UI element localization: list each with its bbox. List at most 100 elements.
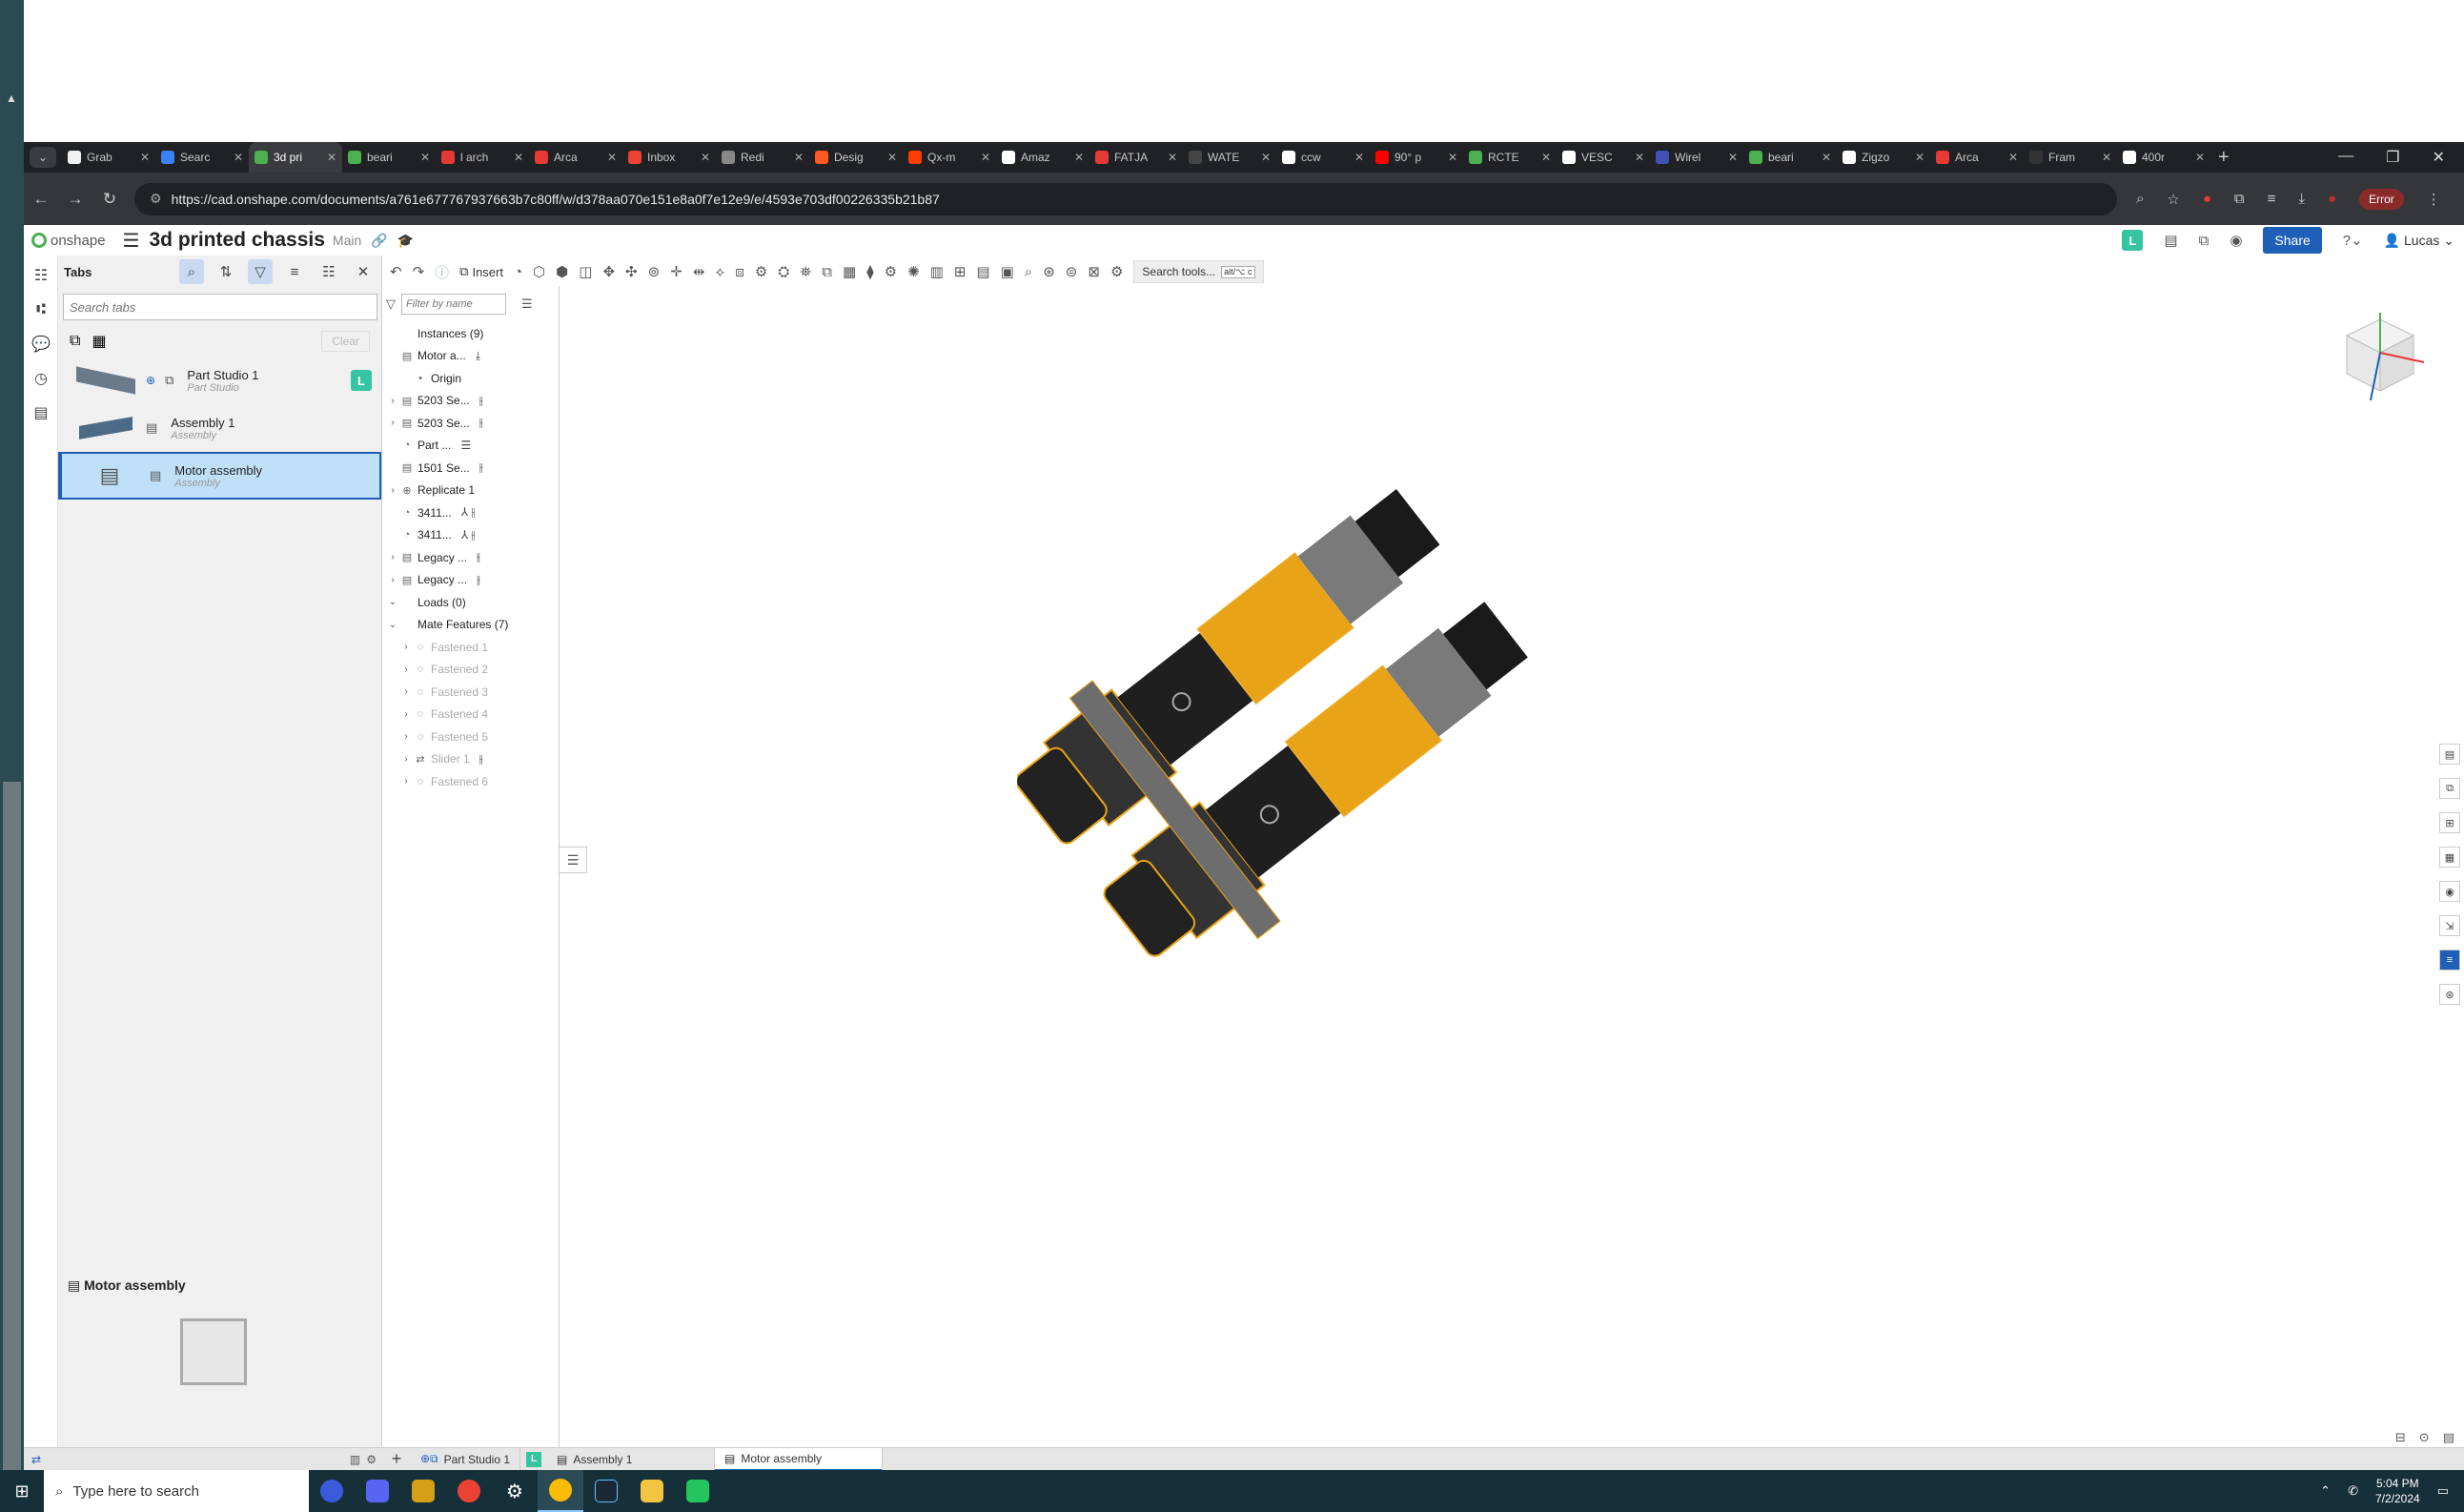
release-badge[interactable]: L bbox=[526, 1451, 541, 1467]
browser-tab[interactable]: Fram ✕ bbox=[2024, 142, 2117, 173]
tree-row[interactable]: • Origin bbox=[382, 367, 559, 390]
magnify-icon[interactable]: ⌕ bbox=[1025, 264, 1032, 280]
ball-mate-icon[interactable]: ⊚ bbox=[648, 263, 661, 280]
bookmark-star-icon[interactable]: ☆ bbox=[2167, 191, 2179, 208]
notifications-icon[interactable]: ▭ bbox=[2437, 1483, 2449, 1499]
close-tab-icon[interactable]: ✕ bbox=[327, 151, 336, 164]
expand-caret-icon[interactable]: › bbox=[386, 485, 399, 496]
zoom-icon[interactable]: ⌕ bbox=[2136, 191, 2144, 207]
expand-caret-icon[interactable]: › bbox=[386, 396, 399, 406]
tree-row[interactable]: Instances (9) bbox=[382, 322, 559, 345]
section-icon[interactable]: ⊞ bbox=[954, 263, 967, 280]
close-tab-icon[interactable]: ✕ bbox=[1448, 151, 1457, 164]
3d-viewport[interactable]: ▤ ⧉ ⊞ ▦ ◉ ⇲ ≡ ⊛ ⊟ ⊙ ▤ bbox=[560, 286, 2464, 1447]
view-mode-icon[interactable]: ⊟ bbox=[2395, 1430, 2406, 1445]
close-tab-icon[interactable]: ✕ bbox=[1541, 151, 1551, 164]
scroll-up-icon[interactable]: ▲ bbox=[6, 92, 17, 105]
close-tab-icon[interactable]: ✕ bbox=[981, 151, 990, 164]
extension-icon[interactable]: ● bbox=[2203, 191, 2211, 207]
user-menu[interactable]: 👤 Lucas ⌄ bbox=[2384, 233, 2454, 249]
document-title[interactable]: 3d printed chassis bbox=[150, 229, 325, 252]
close-tab-icon[interactable]: ✕ bbox=[1915, 151, 1924, 164]
expand-caret-icon[interactable]: › bbox=[399, 686, 413, 697]
redo-icon[interactable]: ↷ bbox=[413, 263, 425, 280]
taskbar-settings[interactable]: ⚙ bbox=[492, 1470, 538, 1512]
bottom-tab-assembly-1[interactable]: ▤ Assembly 1 bbox=[547, 1447, 715, 1471]
mate-connector-icon[interactable]: ⟡ bbox=[715, 264, 724, 280]
tab-item-assembly-1[interactable]: ▤ Assembly 1 Assembly bbox=[58, 404, 381, 452]
release-badge[interactable]: L bbox=[351, 370, 372, 391]
tab-settings-icon[interactable]: ⚙ bbox=[366, 1453, 377, 1466]
close-tab-icon[interactable]: ✕ bbox=[607, 151, 617, 164]
taskbar-steam[interactable] bbox=[583, 1470, 629, 1512]
add-tab-button[interactable]: + bbox=[382, 1449, 411, 1469]
start-button[interactable]: ⊞ bbox=[0, 1481, 44, 1502]
bottom-tab-part-studio-1[interactable]: ⊕⧉ Part Studio 1 bbox=[411, 1447, 520, 1471]
undo-icon[interactable]: ↶ bbox=[390, 263, 402, 280]
insert-button[interactable]: ⧉ Insert bbox=[459, 264, 503, 279]
help-icon[interactable]: ?⌄ bbox=[2343, 232, 2363, 249]
share-button[interactable]: Share bbox=[2263, 227, 2322, 254]
info-tool-icon[interactable]: ⓘ bbox=[435, 262, 449, 282]
bottom-tab-motor-assembly[interactable]: ▤ Motor assembly bbox=[715, 1447, 883, 1471]
tab-item-part-studio-1[interactable]: ⊕ ⧉ Part Studio 1 Part Studio L bbox=[58, 357, 381, 404]
close-tab-icon[interactable]: ✕ bbox=[701, 151, 710, 164]
new-folder-icon[interactable]: ⧉ bbox=[70, 333, 80, 350]
expand-caret-icon[interactable]: › bbox=[399, 664, 413, 675]
close-tab-icon[interactable]: ✕ bbox=[2195, 151, 2205, 164]
expand-caret-icon[interactable]: ⌄ bbox=[386, 597, 399, 607]
close-tab-icon[interactable]: ✕ bbox=[1635, 151, 1644, 164]
group-icon[interactable]: ⧈ bbox=[735, 264, 744, 280]
close-tab-icon[interactable]: ✕ bbox=[514, 151, 523, 164]
sort-icon[interactable]: ⇅ bbox=[214, 259, 238, 284]
browser-tab[interactable]: beari ✕ bbox=[342, 142, 436, 173]
filter-icon[interactable]: ▽ bbox=[248, 259, 273, 284]
branch-label[interactable]: Main bbox=[333, 233, 361, 248]
browser-tab[interactable]: WATE ✕ bbox=[1183, 142, 1276, 173]
tree-row[interactable]: › ⊕ Replicate 1 bbox=[382, 480, 559, 502]
gear-relation-icon[interactable]: ⚙ bbox=[755, 263, 767, 280]
filter-icon[interactable]: ▽ bbox=[386, 296, 396, 312]
tree-row[interactable]: › ◌ Fastened 2 bbox=[382, 659, 559, 682]
browser-tab[interactable]: ccw ✕ bbox=[1276, 142, 1370, 173]
properties-icon[interactable]: ▦ bbox=[2439, 847, 2460, 868]
bom-icon[interactable]: ▤ bbox=[24, 398, 58, 427]
browser-tab[interactable]: Qx-m ✕ bbox=[903, 142, 996, 173]
versions-icon[interactable]: ⧉ bbox=[2199, 233, 2209, 249]
configurations-icon[interactable]: ⧉ bbox=[2439, 778, 2460, 799]
list-view-icon[interactable]: ≡ bbox=[282, 259, 307, 284]
linear-relation-icon[interactable]: ⧉ bbox=[822, 264, 832, 280]
download-icon[interactable]: ⤓ bbox=[2298, 191, 2305, 207]
network-icon[interactable]: ✆ bbox=[2348, 1483, 2358, 1499]
search-tools-button[interactable]: Search tools... alt/⌥ c bbox=[1133, 260, 1264, 283]
app-store-icon[interactable]: ◉ bbox=[2230, 232, 2242, 249]
search-tabs-input[interactable] bbox=[63, 294, 377, 320]
pattern-icon[interactable]: ⧫ bbox=[866, 263, 873, 280]
export-icon[interactable]: ⇲ bbox=[2439, 915, 2460, 936]
close-tab-icon[interactable]: ✕ bbox=[2008, 151, 2018, 164]
learning-cap-icon[interactable]: 🎓 bbox=[397, 233, 414, 249]
tree-row[interactable]: › ▤ Legacy ... ⫲ bbox=[382, 546, 559, 569]
tree-row[interactable]: › ◌ Fastened 1 bbox=[382, 636, 559, 659]
expand-caret-icon[interactable]: › bbox=[399, 709, 413, 720]
close-window-icon[interactable]: ✕ bbox=[2433, 148, 2445, 167]
back-icon[interactable]: ← bbox=[24, 190, 58, 209]
history-icon[interactable]: ◷ bbox=[24, 364, 58, 393]
taskbar-chrome[interactable] bbox=[446, 1470, 492, 1512]
named-views-icon[interactable]: ⊞ bbox=[2439, 812, 2460, 833]
tree-row[interactable]: ⌄ Loads (0) bbox=[382, 591, 559, 614]
media-icon[interactable]: ≡ bbox=[2268, 191, 2276, 207]
tab-list-icon[interactable]: ▥ bbox=[350, 1453, 360, 1466]
motion-icon[interactable]: ⊜ bbox=[1066, 263, 1078, 280]
replicate-icon[interactable]: ▦ bbox=[843, 263, 856, 280]
browser-tab[interactable]: FATJA ✕ bbox=[1089, 142, 1183, 173]
minimize-icon[interactable]: — bbox=[2338, 148, 2353, 167]
close-tab-icon[interactable]: ✕ bbox=[887, 151, 897, 164]
browser-tab[interactable]: 3d pri ✕ bbox=[249, 142, 342, 173]
extensions-puzzle-icon[interactable]: ⧉ bbox=[2234, 191, 2245, 207]
simulation-icon[interactable]: ⊛ bbox=[1043, 263, 1055, 280]
tangent-mate-icon[interactable]: ⇹ bbox=[693, 263, 705, 280]
tree-row[interactable]: › ▤ 5203 Se... ⫲ bbox=[382, 390, 559, 413]
browser-tab[interactable]: VESC ✕ bbox=[1557, 142, 1650, 173]
close-tab-icon[interactable]: ✕ bbox=[1728, 151, 1738, 164]
